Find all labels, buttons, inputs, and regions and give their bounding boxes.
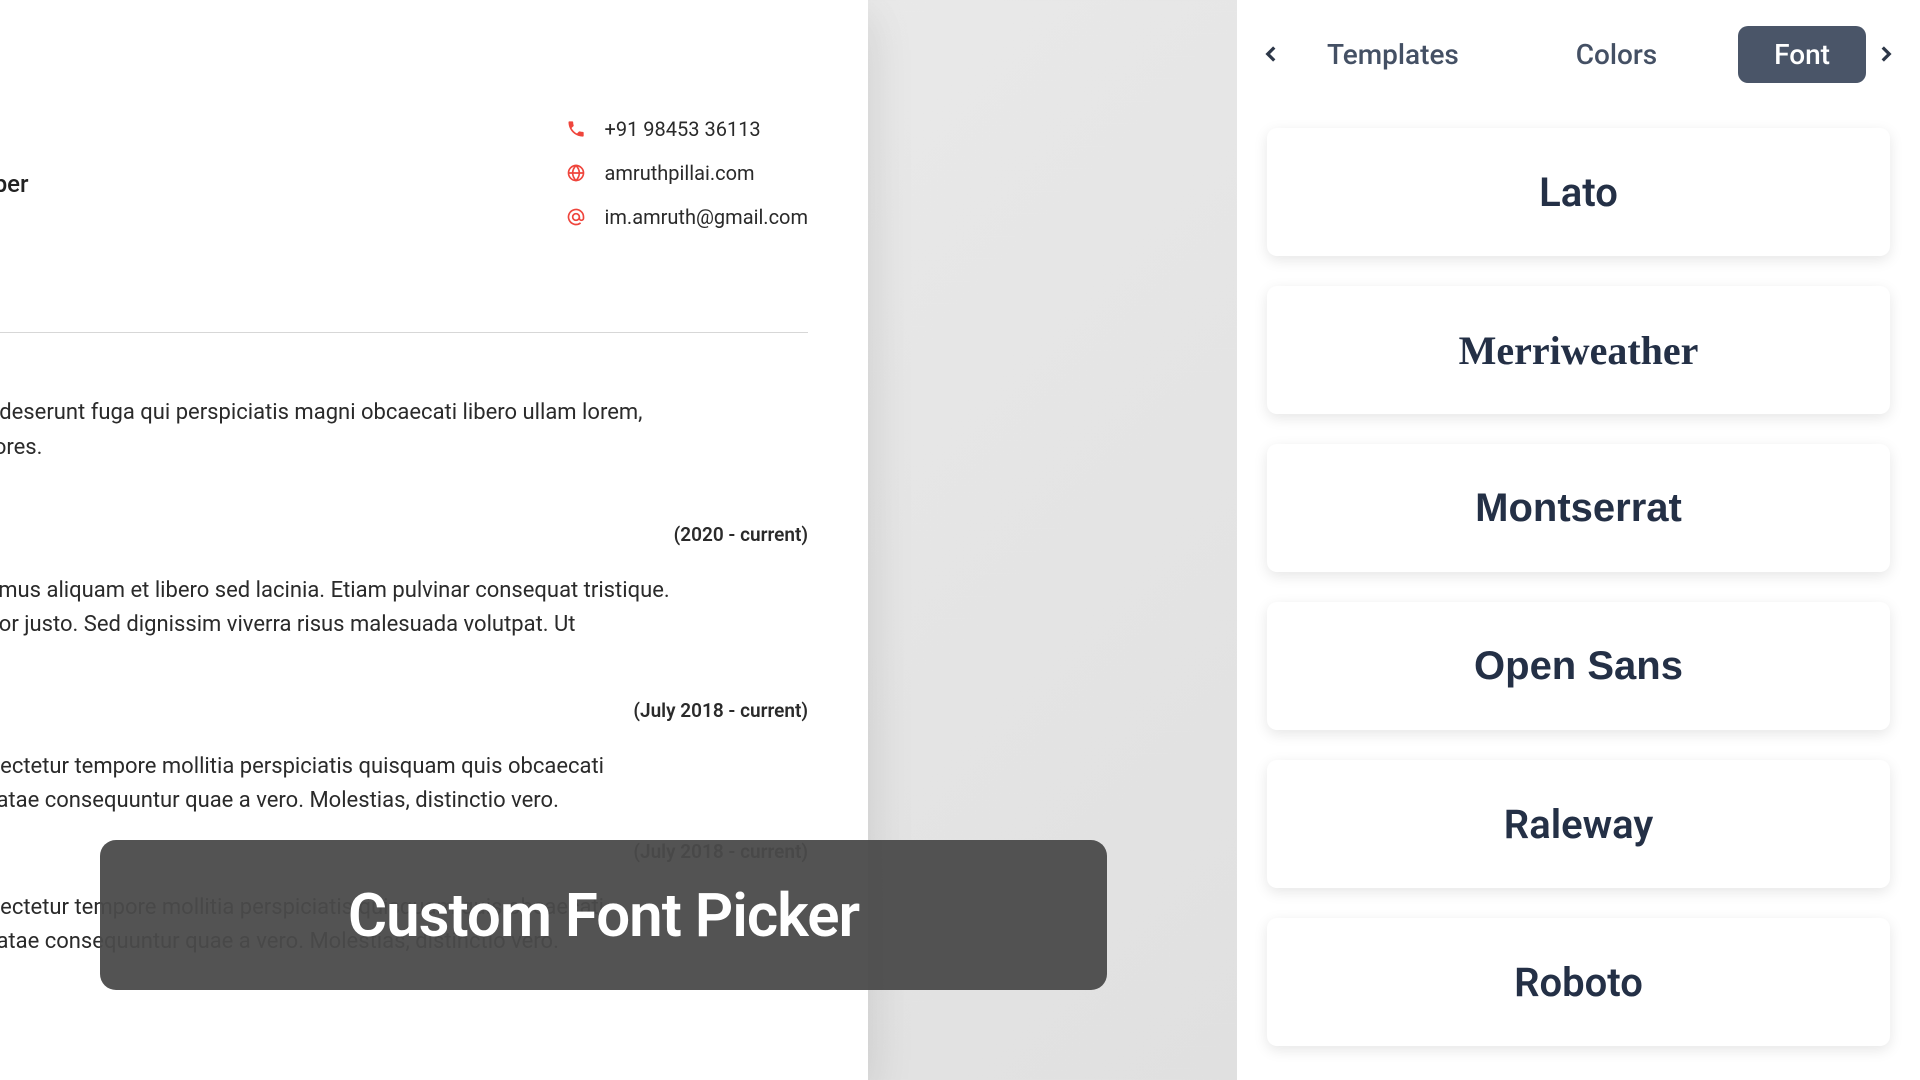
entry-date: (July 2018 - current) bbox=[0, 699, 808, 722]
website-row: amruthpillai.com bbox=[565, 161, 808, 185]
tooltip-overlay: Custom Font Picker bbox=[100, 840, 1107, 990]
font-card-montserrat[interactable]: Montserrat bbox=[1267, 444, 1890, 572]
phone-text: +91 98453 36113 bbox=[605, 117, 761, 141]
tabs-prev-button[interactable] bbox=[1251, 34, 1291, 74]
resume-name: ajan bbox=[0, 95, 29, 152]
website-text: amruthpillai.com bbox=[605, 161, 755, 185]
resume-address: Nivas, dmanabhanagar, bbox=[0, 226, 29, 290]
address-line-1: Nivas, bbox=[0, 226, 29, 258]
phone-row: +91 98453 36113 bbox=[565, 117, 808, 141]
tab-bar: Templates Colors Font bbox=[1237, 0, 1920, 108]
entry-body: dipisicing elit. Consectetur tempore mol… bbox=[0, 750, 808, 818]
experience-entry: (2020 - current) adipiscing elit. Vivamu… bbox=[0, 523, 808, 676]
email-row: im.amruth@gmail.com bbox=[565, 205, 808, 229]
address-line-2: dmanabhanagar, bbox=[0, 258, 29, 290]
entry-body: adipiscing elit. Vivamus aliquam et libe… bbox=[0, 574, 808, 676]
font-card-roboto[interactable]: Roboto bbox=[1267, 918, 1890, 1046]
objective-text: dipisicing elit. Quis deserunt fuga qui … bbox=[0, 395, 808, 465]
at-icon bbox=[565, 206, 587, 228]
font-card-open-sans[interactable]: Open Sans bbox=[1267, 602, 1890, 730]
experience-entry: (July 2018 - current) dipisicing elit. C… bbox=[0, 699, 808, 818]
resume-role: Full Stack Developer bbox=[0, 170, 29, 198]
email-text: im.amruth@gmail.com bbox=[605, 205, 808, 229]
sidebar: Templates Colors Font Lato Merriweather … bbox=[1237, 0, 1920, 1080]
divider bbox=[0, 332, 808, 333]
tabs-next-button[interactable] bbox=[1866, 34, 1906, 74]
entry-date: (2020 - current) bbox=[0, 523, 808, 546]
font-card-raleway[interactable]: Raleway bbox=[1267, 760, 1890, 888]
font-card-lato[interactable]: Lato bbox=[1267, 128, 1890, 256]
contact-column: +91 98453 36113 amruthpillai.com im.amru… bbox=[565, 95, 808, 290]
font-list: Lato Merriweather Montserrat Open Sans R… bbox=[1237, 108, 1920, 1080]
tab-colors[interactable]: Colors bbox=[1540, 26, 1694, 83]
phone-icon bbox=[565, 118, 587, 140]
tab-fonts[interactable]: Font bbox=[1738, 26, 1866, 83]
font-card-merriweather[interactable]: Merriweather bbox=[1267, 286, 1890, 414]
globe-icon bbox=[565, 162, 587, 184]
tab-templates[interactable]: Templates bbox=[1291, 26, 1495, 83]
